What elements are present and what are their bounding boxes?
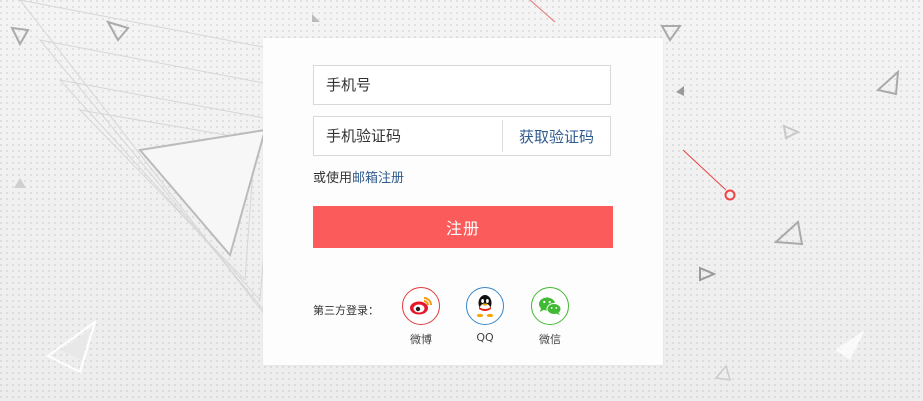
wechat-icon: [539, 297, 562, 315]
weibo-icon: [410, 297, 432, 315]
phone-input[interactable]: [314, 66, 610, 104]
qq-icon: [476, 295, 494, 318]
verification-code-input[interactable]: [314, 117, 502, 155]
third-party-label: 第三方登录：: [313, 304, 379, 317]
weibo-label: 微博: [410, 333, 432, 346]
qq-button[interactable]: [466, 287, 504, 325]
register-card: 获取验证码 或使用邮箱注册 注册 第三方登录： 微博: [263, 38, 663, 365]
wechat-button[interactable]: [531, 287, 569, 325]
register-button[interactable]: 注册: [313, 206, 613, 248]
wechat-login[interactable]: 微信: [525, 287, 575, 347]
alt-register: 或使用邮箱注册: [313, 167, 404, 186]
weibo-login[interactable]: 微博: [396, 287, 446, 347]
qq-login[interactable]: QQ: [460, 287, 510, 344]
email-register-link[interactable]: 邮箱注册: [352, 171, 404, 186]
alt-register-prefix: 或使用: [313, 171, 353, 186]
phone-field: [313, 65, 611, 105]
get-code-button[interactable]: 获取验证码: [503, 117, 610, 155]
verification-code-field: 获取验证码: [313, 116, 611, 156]
qq-label: QQ: [476, 331, 494, 344]
wechat-label: 微信: [539, 333, 561, 346]
weibo-button[interactable]: [402, 287, 440, 325]
